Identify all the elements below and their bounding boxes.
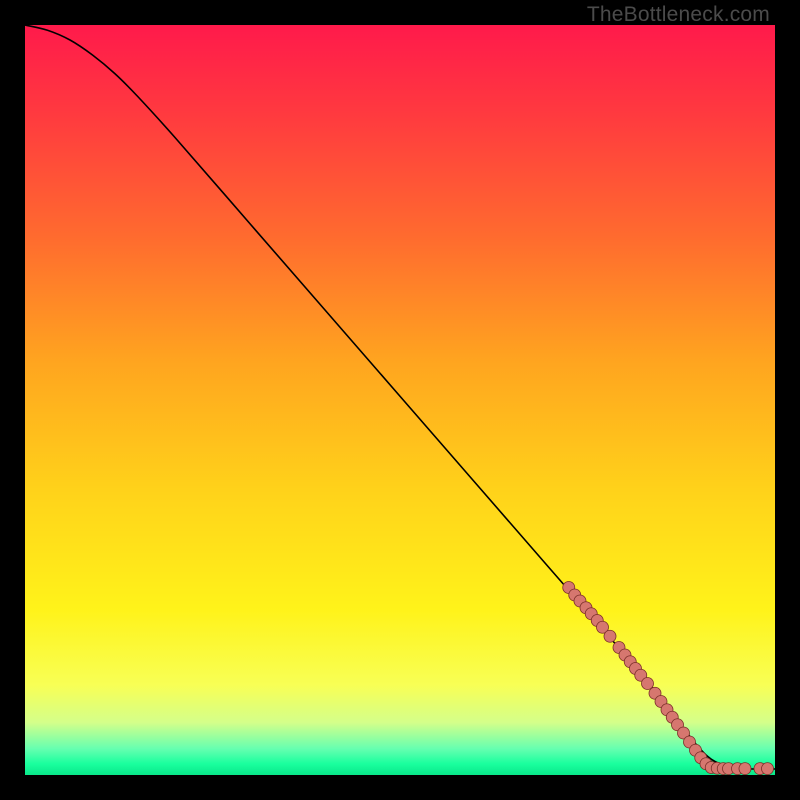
plot-area (25, 25, 775, 775)
data-point (642, 678, 654, 690)
data-point (739, 763, 751, 775)
data-point (762, 763, 774, 775)
chart-svg (25, 25, 775, 775)
gradient-background (25, 25, 775, 775)
watermark-text: TheBottleneck.com (587, 3, 770, 27)
chart-frame: TheBottleneck.com (0, 0, 800, 800)
data-point (604, 630, 616, 642)
